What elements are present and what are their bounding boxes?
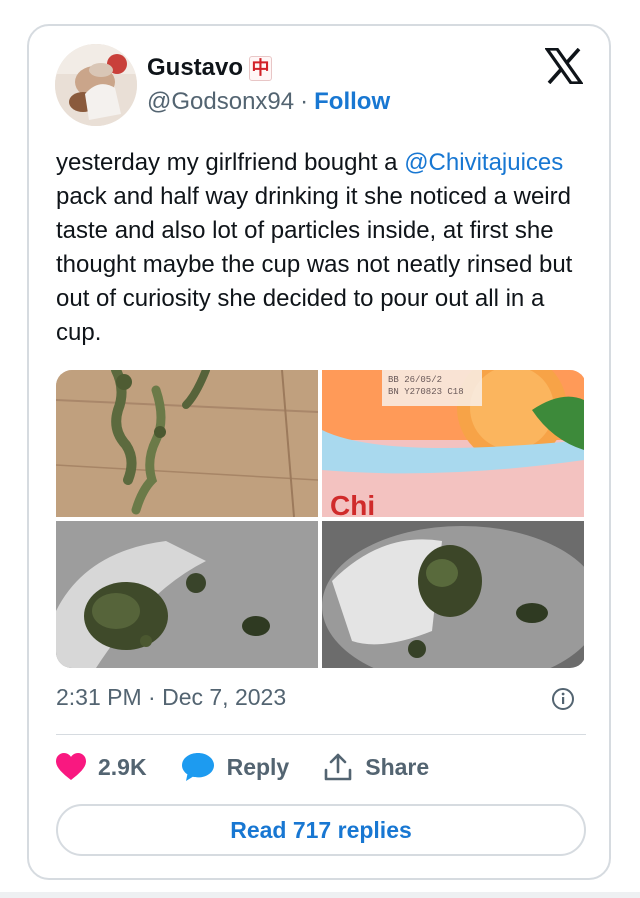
- mention-link[interactable]: @Chivitajuices: [404, 149, 563, 176]
- divider: [56, 734, 586, 735]
- photo-cardboard-particles[interactable]: [56, 370, 318, 517]
- avatar[interactable]: [55, 44, 137, 126]
- follow-button[interactable]: Follow: [314, 88, 390, 116]
- carton-brand-print: Chi: [330, 490, 375, 517]
- page-bottom-edge: [0, 892, 640, 898]
- carton-bb-print: BB 26/05/2: [388, 375, 442, 385]
- tweet-text-part: pack and half way drinking it she notice…: [56, 183, 573, 346]
- author-handle[interactable]: @Godsonx94: [147, 88, 294, 116]
- heart-icon: [56, 753, 86, 780]
- action-bar: 2.9K Reply Share: [56, 752, 463, 782]
- tweet-text-part: yesterday my girlfriend bought a: [56, 149, 405, 176]
- share-icon: [324, 753, 352, 781]
- tweet-timestamp[interactable]: 2:31 PM · Dec 7, 2023: [56, 684, 286, 711]
- info-icon[interactable]: [551, 687, 575, 711]
- reply-button[interactable]: Reply: [181, 752, 290, 782]
- author-name-row: Gustavo 中: [147, 54, 273, 82]
- author-name[interactable]: Gustavo: [147, 54, 243, 82]
- tweet-text: yesterday my girlfriend bought a @Chivit…: [56, 146, 596, 350]
- like-button[interactable]: 2.9K: [56, 753, 147, 781]
- share-button[interactable]: Share: [323, 752, 429, 782]
- photo-juice-carton[interactable]: BB 26/05/2 BN Y270823 C18 Chi: [322, 370, 584, 517]
- chinese-character-emoji: 中: [249, 55, 273, 81]
- reply-label: Reply: [226, 753, 290, 780]
- photo-cup-particles-right[interactable]: [322, 521, 584, 668]
- photo-cup-particles-left[interactable]: [56, 521, 318, 668]
- author-handle-row: @Godsonx94 · Follow: [147, 88, 390, 116]
- x-logo-icon[interactable]: [545, 48, 583, 84]
- separator-dot: ·: [300, 88, 309, 115]
- tweet-card: Gustavo 中 @Godsonx94 · Follow yesterday …: [27, 24, 611, 880]
- like-count: 2.9K: [98, 753, 147, 780]
- carton-bn-print: BN Y270823 C18: [388, 387, 464, 397]
- share-label: Share: [365, 753, 430, 780]
- reply-bubble-icon: [181, 753, 214, 781]
- read-replies-button[interactable]: Read 717 replies: [56, 804, 586, 856]
- media-grid: BB 26/05/2 BN Y270823 C18 Chi: [56, 370, 586, 668]
